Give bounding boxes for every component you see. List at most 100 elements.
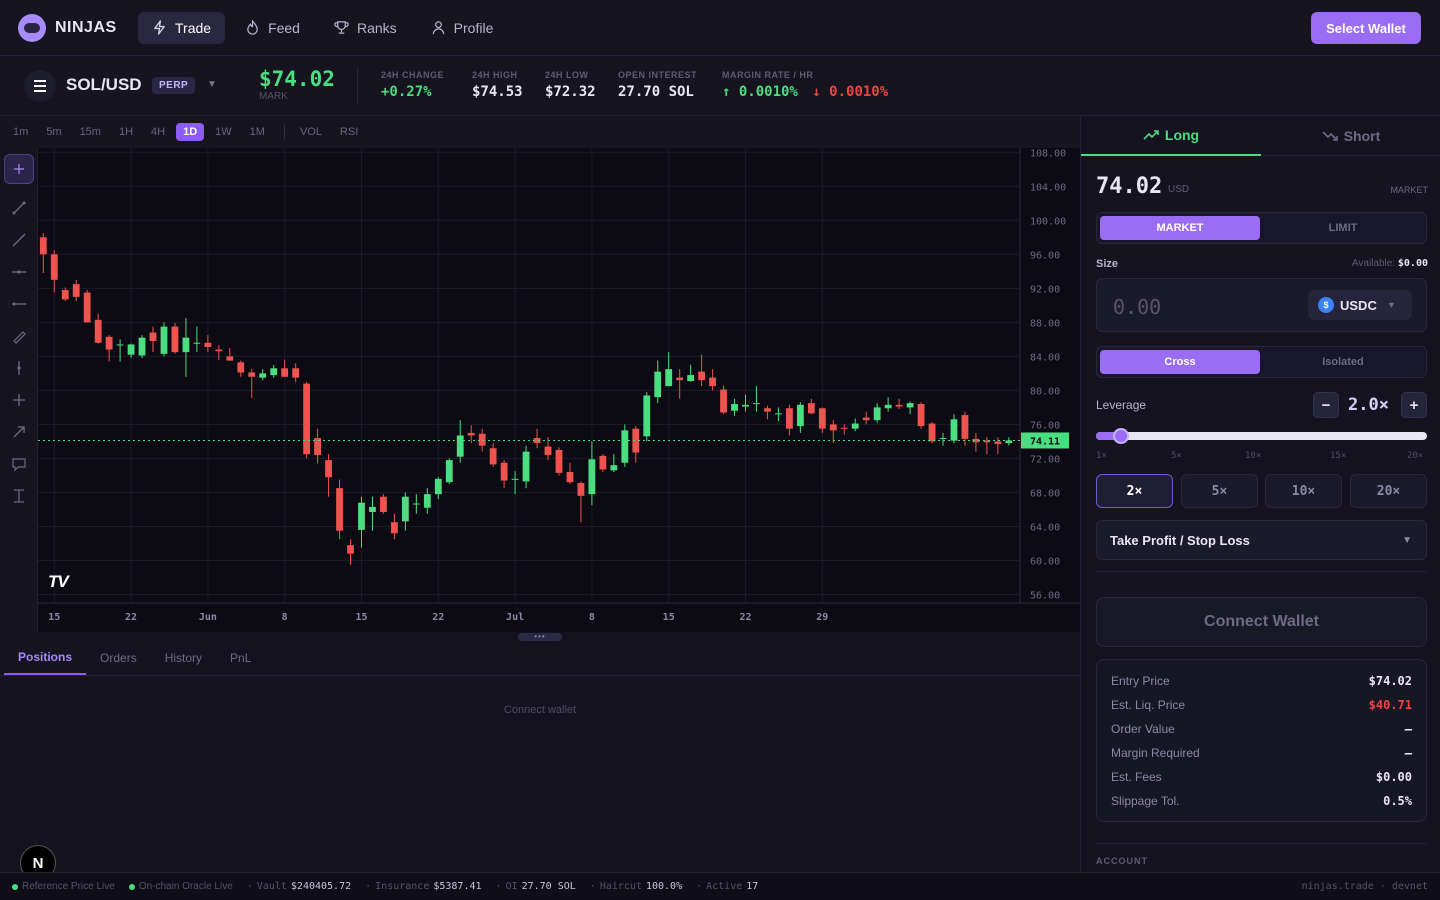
timeframe-1w[interactable]: 1W xyxy=(208,123,239,141)
divider xyxy=(1096,571,1427,572)
horizontal-ray-icon[interactable] xyxy=(11,296,27,312)
chevron-down-icon[interactable]: ▼ xyxy=(207,79,217,90)
trophy-icon xyxy=(334,21,349,34)
candle-body xyxy=(775,413,782,415)
leverage-preset-5x[interactable]: 5× xyxy=(1181,474,1258,508)
candle-body xyxy=(270,368,278,376)
panel-resize-handle[interactable]: ••• xyxy=(518,633,562,641)
y-tick-label: 60.00 xyxy=(1030,556,1060,567)
size-input-box[interactable]: 0.00 $ USDC ▼ xyxy=(1096,278,1427,332)
horizontal-line-icon[interactable] xyxy=(11,264,27,280)
order-type-limit[interactable]: LIMIT xyxy=(1263,216,1423,240)
leverage-preset-10x[interactable]: 10× xyxy=(1265,474,1342,508)
user-icon xyxy=(432,21,444,35)
order-type-toggle: MARKET LIMIT xyxy=(1096,212,1427,244)
leverage-decrease-button[interactable]: − xyxy=(1313,392,1339,418)
empty-state-message: Connect wallet xyxy=(503,704,577,716)
timeframe-1m[interactable]: 1M xyxy=(243,123,272,141)
comment-icon[interactable] xyxy=(11,456,27,472)
timeframe-1m[interactable]: 1m xyxy=(6,123,35,141)
candle-body xyxy=(950,419,958,441)
size-input[interactable]: 0.00 xyxy=(1113,295,1161,319)
chart-toolbar: 1m 5m 15m 1H 4H 1D 1W 1M VOL RSI xyxy=(0,116,1080,148)
tab-long[interactable]: Long xyxy=(1081,116,1261,156)
tradingview-logo[interactable]: TV xyxy=(48,572,69,592)
x-tick-label: Jul xyxy=(506,612,524,623)
margin-mode-cross[interactable]: Cross xyxy=(1100,350,1260,374)
candle-body xyxy=(599,455,607,470)
tab-pnl[interactable]: PnL xyxy=(216,641,265,675)
indicator-vol[interactable]: VOL xyxy=(293,123,329,141)
nav-ranks-label: Ranks xyxy=(356,19,397,36)
candle-body xyxy=(796,404,804,427)
candle-body xyxy=(884,404,892,409)
tab-orders[interactable]: Orders xyxy=(86,641,151,675)
candle-body xyxy=(928,423,936,442)
pen-icon[interactable] xyxy=(11,328,27,344)
leverage-slider[interactable] xyxy=(1096,428,1427,444)
nav-trade[interactable]: Trade xyxy=(138,11,226,44)
nav-profile[interactable]: Profile xyxy=(417,12,508,44)
leverage-slider-handle[interactable] xyxy=(1113,428,1130,444)
tab-history[interactable]: History xyxy=(151,641,216,675)
indicator-rsi[interactable]: RSI xyxy=(333,123,365,141)
summary-value: $40.71 xyxy=(1368,698,1412,712)
tab-short[interactable]: Short xyxy=(1261,116,1440,156)
candle-body xyxy=(401,496,409,522)
leverage-preset-20x[interactable]: 20× xyxy=(1350,474,1427,508)
candle-body xyxy=(873,407,881,421)
candle-body xyxy=(555,449,563,473)
timeframe-1d[interactable]: 1D xyxy=(176,123,205,141)
arrow-icon[interactable] xyxy=(11,424,27,440)
candle-body xyxy=(215,349,223,352)
tpsl-dropdown[interactable]: Take Profit / Stop Loss ▼ xyxy=(1096,520,1427,560)
tab-positions[interactable]: Positions xyxy=(4,641,87,675)
candle-body xyxy=(336,488,343,531)
cross-line-icon[interactable] xyxy=(11,392,27,408)
candle-body xyxy=(193,342,201,344)
ray-icon[interactable] xyxy=(11,232,27,248)
candle-body xyxy=(742,404,749,407)
vertical-line-icon[interactable] xyxy=(11,360,27,376)
solana-icon[interactable] xyxy=(24,70,56,102)
crosshair-icon[interactable] xyxy=(11,161,27,177)
candle-body xyxy=(105,336,113,350)
connect-wallet-button[interactable]: Connect Wallet xyxy=(1096,597,1427,647)
summary-label: Order Value xyxy=(1111,722,1175,736)
nav-ranks[interactable]: Ranks xyxy=(320,12,411,44)
stat-value: $72.32 xyxy=(545,84,596,100)
measure-icon[interactable] xyxy=(11,488,27,504)
candle-body xyxy=(467,432,475,436)
collateral-select[interactable]: $ USDC ▼ xyxy=(1308,290,1412,320)
select-wallet-button[interactable]: Select Wallet xyxy=(1311,12,1421,44)
stat-value: 17 xyxy=(746,881,759,892)
candlestick-chart[interactable]: 108.00 104.00 100.00 96.00 92.00 88.00 84.00 80… xyxy=(38,148,1080,632)
candle-body xyxy=(511,478,519,480)
perp-badge: PERP xyxy=(152,77,196,94)
trend-line-icon[interactable] xyxy=(11,200,27,216)
price-chart[interactable]: 108.00 104.00 100.00 96.00 92.00 88.00 84.00 80… xyxy=(38,148,1080,632)
order-type-market[interactable]: MARKET xyxy=(1100,216,1260,240)
last-price-label: 74.11 xyxy=(1030,436,1060,447)
timeframe-5m[interactable]: 5m xyxy=(39,123,68,141)
brand-logo[interactable]: NINJAS xyxy=(18,13,138,42)
market-pair[interactable]: SOL/USD xyxy=(66,75,142,95)
stat-value: $240405.72 xyxy=(290,881,352,892)
candle-body xyxy=(676,377,684,381)
candle-body xyxy=(369,506,376,512)
y-tick-label: 104.00 xyxy=(1030,182,1066,193)
candle-body xyxy=(895,404,903,407)
timeframe-15m[interactable]: 15m xyxy=(73,123,108,141)
divider xyxy=(357,68,358,104)
nav-feed[interactable]: Feed xyxy=(231,12,314,44)
summary-row: Entry Price $74.02 xyxy=(1111,674,1412,688)
status-text: Reference Price Live xyxy=(22,881,115,892)
leverage-increase-button[interactable]: + xyxy=(1401,392,1427,418)
nav-feed-label: Feed xyxy=(268,19,300,36)
timeframe-4h[interactable]: 4H xyxy=(144,123,172,141)
timeframe-1h[interactable]: 1H xyxy=(112,123,140,141)
margin-mode-isolated[interactable]: Isolated xyxy=(1263,350,1423,374)
leverage-tick: 20× xyxy=(1407,451,1424,461)
leverage-preset-2x[interactable]: 2× xyxy=(1096,474,1173,508)
status-dot xyxy=(12,883,18,890)
